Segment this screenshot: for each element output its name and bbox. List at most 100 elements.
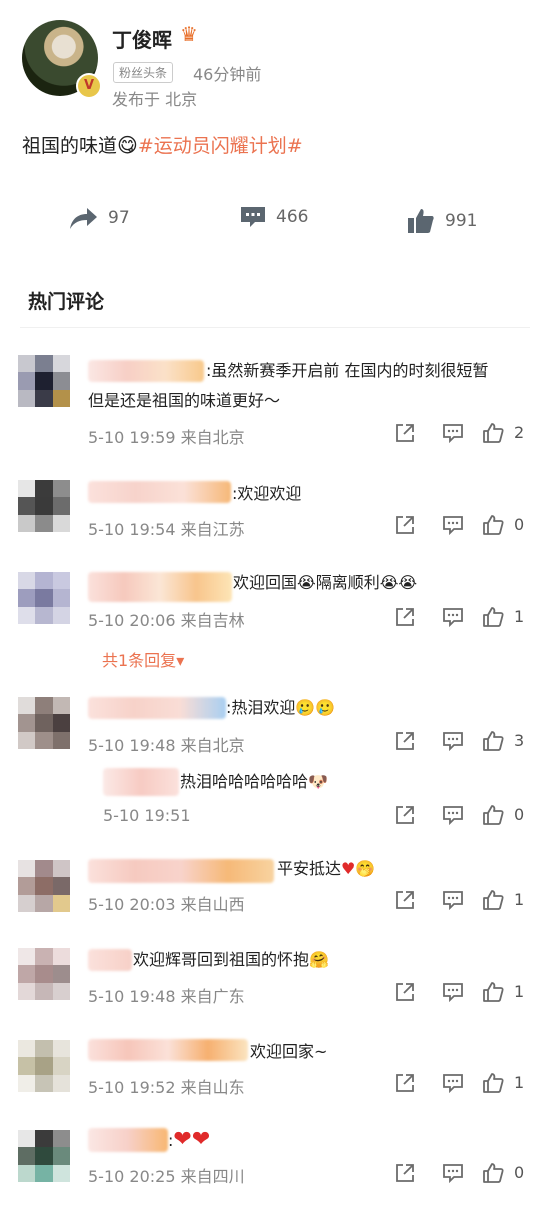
share-icon[interactable] [392, 1160, 418, 1186]
like-button[interactable]: 991 [407, 207, 477, 235]
comment-icon [241, 207, 265, 227]
thumbs-up-icon[interactable] [480, 1070, 506, 1096]
comment-text: :欢迎欢迎 [232, 484, 302, 503]
thumbs-up-icon[interactable] [480, 802, 506, 828]
commenter-avatar[interactable] [18, 480, 70, 532]
chevron-down-icon: ▾ [176, 651, 185, 670]
comment-like-count: 1 [514, 890, 525, 909]
share-icon[interactable] [392, 512, 418, 538]
commenter-name[interactable] [88, 949, 132, 971]
commenter-avatar[interactable] [18, 1130, 70, 1182]
comment-actions: 0 [392, 802, 532, 830]
hot-comments-title: 热门评论 [28, 291, 105, 313]
fans-headline-tag[interactable]: 粉丝头条 [113, 62, 174, 83]
comment-like-count: 1 [514, 982, 525, 1001]
comment-text-part: 欢迎辉哥回到祖国的怀抱 [133, 950, 310, 969]
reply-text: 热泪哈哈哈哈哈哈🐶 [180, 768, 328, 796]
comment-icon[interactable] [440, 887, 466, 913]
share-icon[interactable] [392, 887, 418, 913]
doge-emoji-icon: 🐶 [308, 772, 328, 791]
comment-text-line2: 但是还是祖国的味道更好～ [88, 391, 281, 410]
replies-count-label: 共1条回复 [102, 651, 177, 670]
comment-icon[interactable] [440, 604, 466, 630]
divider [20, 327, 530, 328]
comment-meta: 5-10 20:06 来自吉林 [88, 611, 245, 630]
comment-text: :热泪欢迎🥲🥲 [226, 694, 335, 722]
reply-meta: 5-10 19:51 [103, 806, 191, 825]
thumbs-up-icon[interactable] [480, 979, 506, 1005]
commenter-avatar[interactable] [18, 860, 70, 912]
comment-meta: 5-10 20:25 来自四川 [88, 1167, 245, 1186]
commenter-name[interactable] [88, 859, 274, 883]
repost-button[interactable]: 97 [68, 205, 130, 231]
comment-icon[interactable] [440, 802, 466, 828]
repost-count: 97 [108, 208, 130, 228]
comment-meta: 5-10 19:48 来自广东 [88, 987, 245, 1006]
comment-button[interactable]: 466 [240, 205, 308, 229]
commenter-name[interactable] [88, 481, 231, 503]
topic-tag-link[interactable]: #运动员闪耀计划# [138, 135, 303, 157]
comment-like-count: 1 [514, 607, 525, 626]
comment-meta: 5-10 20:03 来自山西 [88, 895, 245, 914]
commenter-name[interactable] [88, 1128, 168, 1152]
yummy-emoji-icon: 😋 [117, 133, 138, 157]
comment-text-part: 热泪哈哈哈哈哈哈 [180, 772, 309, 791]
share-icon[interactable] [392, 420, 418, 446]
commenter-name[interactable] [88, 1039, 248, 1061]
comment-icon[interactable] [440, 1070, 466, 1096]
comment-text: 欢迎辉哥回到祖国的怀抱🤗 [133, 946, 329, 974]
share-icon[interactable] [392, 1070, 418, 1096]
heart-icon: ♥ [341, 859, 356, 878]
comment-text-part: 隔离顺利 [315, 573, 380, 592]
comment-meta: 5-10 19:59 来自北京 [88, 428, 245, 447]
comment-icon[interactable] [440, 420, 466, 446]
commenter-avatar[interactable] [18, 1040, 70, 1092]
comment-text-part: 平安抵达 [277, 859, 342, 878]
comment-actions: 1 [392, 1070, 532, 1098]
heart-icon: ❤❤ [173, 1127, 211, 1152]
share-icon[interactable] [392, 728, 418, 754]
commenter-name[interactable] [88, 360, 204, 382]
share-icon[interactable] [392, 979, 418, 1005]
share-icon[interactable] [392, 604, 418, 630]
poster-username[interactable]: 丁俊晖 [112, 24, 172, 53]
replier-name[interactable] [103, 768, 179, 796]
post-time: 46分钟前 [193, 65, 262, 84]
verified-badge-icon: V [76, 73, 102, 99]
thumbs-up-icon[interactable] [480, 1160, 506, 1186]
thumbs-up-icon[interactable] [480, 887, 506, 913]
commenter-avatar[interactable] [18, 355, 70, 407]
comment-text: 欢迎回国😭隔离顺利😭😭 [233, 569, 417, 597]
comment-like-count: 0 [514, 1163, 525, 1182]
comment-icon[interactable] [440, 512, 466, 538]
share-icon[interactable] [392, 802, 418, 828]
thumbs-up-icon[interactable] [480, 728, 506, 754]
view-replies-link[interactable]: 共1条回复▾ [102, 647, 184, 671]
comment-actions: 1 [392, 604, 532, 632]
comment-like-count: 3 [514, 731, 525, 750]
thumbs-up-icon[interactable] [480, 420, 506, 446]
commenter-avatar[interactable] [18, 697, 70, 749]
commenter-avatar[interactable] [18, 572, 70, 624]
comment-actions: 3 [392, 728, 532, 756]
comment-text: :❤❤ [168, 1126, 210, 1155]
thumbs-up-icon[interactable] [480, 604, 506, 630]
post-text: 祖国的味道😋#运动员闪耀计划# [22, 131, 303, 158]
comment-count: 466 [276, 207, 309, 227]
comment-icon[interactable] [440, 728, 466, 754]
tears-joy-emoji-icon: 😭😭 [379, 573, 418, 592]
comment-text: 平安抵达♥🤭 [277, 855, 375, 883]
commenter-name[interactable] [88, 697, 226, 719]
comment-icon[interactable] [440, 1160, 466, 1186]
comment-actions: 1 [392, 887, 532, 915]
comment-actions: 2 [392, 420, 532, 448]
thumbs-up-icon[interactable] [480, 512, 506, 538]
commenter-name[interactable] [88, 572, 232, 602]
thumbs-up-icon [408, 209, 434, 233]
repost-icon [70, 208, 97, 229]
comment-actions: 0 [392, 512, 532, 540]
comment-text-part: :热泪欢迎 [226, 698, 296, 717]
commenter-avatar[interactable] [18, 948, 70, 1000]
comment-icon[interactable] [440, 979, 466, 1005]
comment-like-count: 2 [514, 423, 525, 442]
